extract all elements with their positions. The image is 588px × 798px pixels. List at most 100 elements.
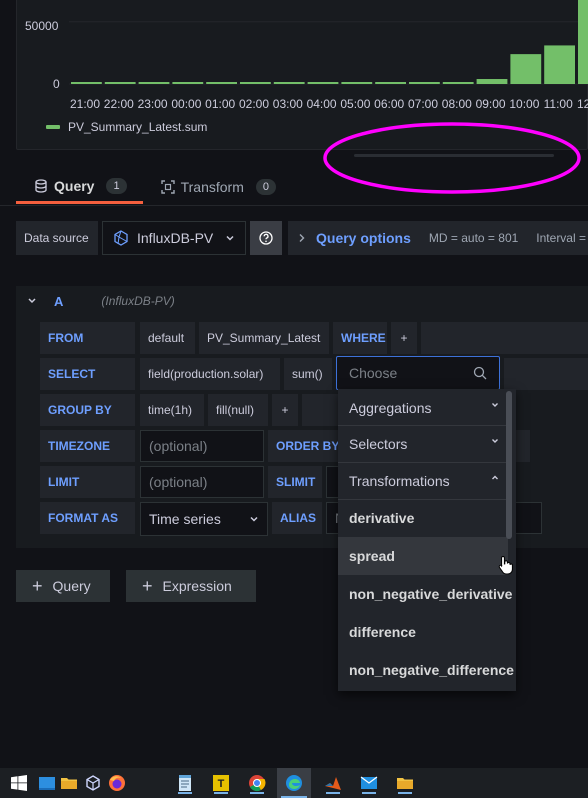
select-function[interactable]: sum() [284, 358, 332, 390]
chart-bar[interactable] [442, 82, 474, 84]
x-tick-label: 06:00 [374, 97, 404, 111]
groupby-time[interactable]: time(1h) [140, 394, 204, 426]
menu-item-difference[interactable]: difference [338, 613, 508, 651]
slimit-keyword: SLIMIT [268, 466, 322, 498]
datasource-picker[interactable]: InfluxDB-PV [102, 221, 246, 255]
function-search-placeholder: Choose [349, 365, 398, 381]
menu-scrollbar[interactable] [506, 391, 512, 539]
from-measurement[interactable]: PV_Summary_Latest [199, 322, 329, 354]
file-explorer-icon[interactable] [58, 772, 80, 794]
virtualbox-icon[interactable] [82, 772, 104, 794]
select-field[interactable]: field(production.solar) [140, 358, 280, 390]
groupby-fill[interactable]: fill(null) [208, 394, 268, 426]
query-options-toggle[interactable]: Query options MD = auto = 801 Interval =… [288, 221, 588, 255]
tabs-divider [0, 205, 588, 206]
chart-bar[interactable] [240, 82, 271, 84]
mail-icon[interactable] [358, 772, 380, 794]
chart-bar[interactable] [341, 82, 373, 84]
query-options-md: MD = auto = 801 [428, 231, 519, 245]
svg-text:T: T [218, 778, 225, 790]
where-keyword: WHERE [333, 322, 387, 354]
typora-icon[interactable]: T [210, 772, 232, 794]
chart-bar[interactable] [71, 82, 102, 84]
menu-item-derivative[interactable]: derivative [338, 499, 508, 537]
x-tick-label: 10:00 [509, 97, 539, 111]
tab-transform[interactable]: Transform 0 [143, 170, 292, 204]
x-tick-label: 07:00 [408, 97, 438, 111]
limit-input[interactable]: (optional) [140, 466, 264, 498]
tab-query[interactable]: Query 1 [16, 170, 143, 204]
chart-bar[interactable] [476, 79, 508, 84]
datasource-label: Data source [16, 221, 98, 255]
x-tick-label: 03:00 [273, 97, 303, 111]
chart-bar[interactable] [375, 82, 406, 84]
function-dropdown-menu: Aggregations Selectors Transformations d… [338, 389, 516, 691]
select-row-filler [504, 358, 588, 390]
chart-legend[interactable]: PV_Summary_Latest.sum [46, 120, 207, 134]
tab-query-label: Query [54, 177, 95, 194]
windows-taskbar: T [0, 768, 588, 798]
taskbar-running-indicator [398, 792, 412, 794]
menu-group-aggregations[interactable]: Aggregations [338, 389, 508, 427]
plus-icon: + [32, 576, 43, 596]
taskbar-running-indicator [362, 792, 376, 794]
chart-bar[interactable] [578, 0, 588, 85]
query-row-header[interactable]: A (InfluxDB-PV) [16, 286, 588, 316]
legend-swatch [46, 125, 60, 129]
chevron-down-icon [492, 439, 498, 443]
windows-start-icon[interactable] [8, 772, 30, 794]
timezone-keyword: TIMEZONE [40, 430, 135, 462]
from-policy[interactable]: default [140, 322, 195, 354]
chart-bar[interactable] [206, 82, 237, 84]
x-tick-label: 11:00 [544, 97, 573, 111]
chart-bar[interactable] [544, 45, 575, 84]
limit-keyword: LIMIT [40, 466, 135, 498]
menu-item-non-negative-difference[interactable]: non_negative_difference [338, 651, 514, 689]
chart-bar[interactable] [307, 82, 339, 84]
x-tick-label: 00:00 [171, 97, 201, 111]
function-search-input[interactable]: Choose [336, 356, 500, 390]
chart-bar[interactable] [510, 54, 542, 84]
chart-bar[interactable] [104, 82, 136, 84]
chart-bar[interactable] [409, 82, 440, 84]
from-keyword: FROM [40, 322, 135, 354]
datasource-help-button[interactable] [250, 221, 282, 255]
groupby-keyword: GROUP BY [40, 394, 135, 426]
chrome-icon[interactable] [246, 772, 268, 794]
horizontal-scrollbar[interactable] [354, 154, 554, 157]
groupby-row-filler [302, 394, 342, 426]
chevron-down-icon [250, 516, 258, 522]
add-query-label: Query [52, 578, 91, 594]
firefox-icon[interactable] [106, 772, 128, 794]
folder-icon[interactable] [394, 772, 416, 794]
add-expression-label: Expression [162, 578, 232, 594]
menu-group-selectors[interactable]: Selectors [338, 425, 508, 463]
alias-keyword: ALIAS [272, 502, 322, 534]
chevron-down-icon [226, 235, 234, 241]
x-tick-label: 05:00 [340, 97, 370, 111]
menu-item-non-negative-derivative[interactable]: non_negative_derivative [338, 575, 512, 613]
notepad-icon[interactable] [174, 772, 196, 794]
where-add-button[interactable]: + [391, 322, 417, 354]
annotation-ellipse [323, 122, 581, 194]
query-options-title: Query options [316, 230, 411, 246]
chevron-up-icon [492, 475, 498, 480]
edge-icon[interactable] [277, 768, 311, 798]
format-select[interactable]: Time series [140, 502, 268, 536]
timezone-input[interactable]: (optional) [140, 430, 264, 462]
search-icon [473, 366, 487, 380]
groupby-add-button[interactable]: + [272, 394, 298, 426]
menu-item-spread[interactable]: spread [338, 537, 513, 575]
chevron-down-icon[interactable] [26, 296, 38, 306]
add-query-button[interactable]: + Query [16, 570, 110, 602]
desktop-icon[interactable] [36, 772, 58, 794]
add-expression-button[interactable]: + Expression [126, 570, 256, 602]
chart-bar[interactable] [172, 82, 204, 84]
hand-cursor-icon [498, 555, 513, 575]
chart-bar[interactable] [138, 82, 170, 84]
taskbar-running-indicator [326, 792, 340, 794]
matlab-icon[interactable] [322, 772, 344, 794]
menu-group-transformations[interactable]: Transformations [338, 462, 508, 500]
select-keyword: SELECT [40, 358, 135, 390]
chart-bar[interactable] [273, 82, 305, 84]
